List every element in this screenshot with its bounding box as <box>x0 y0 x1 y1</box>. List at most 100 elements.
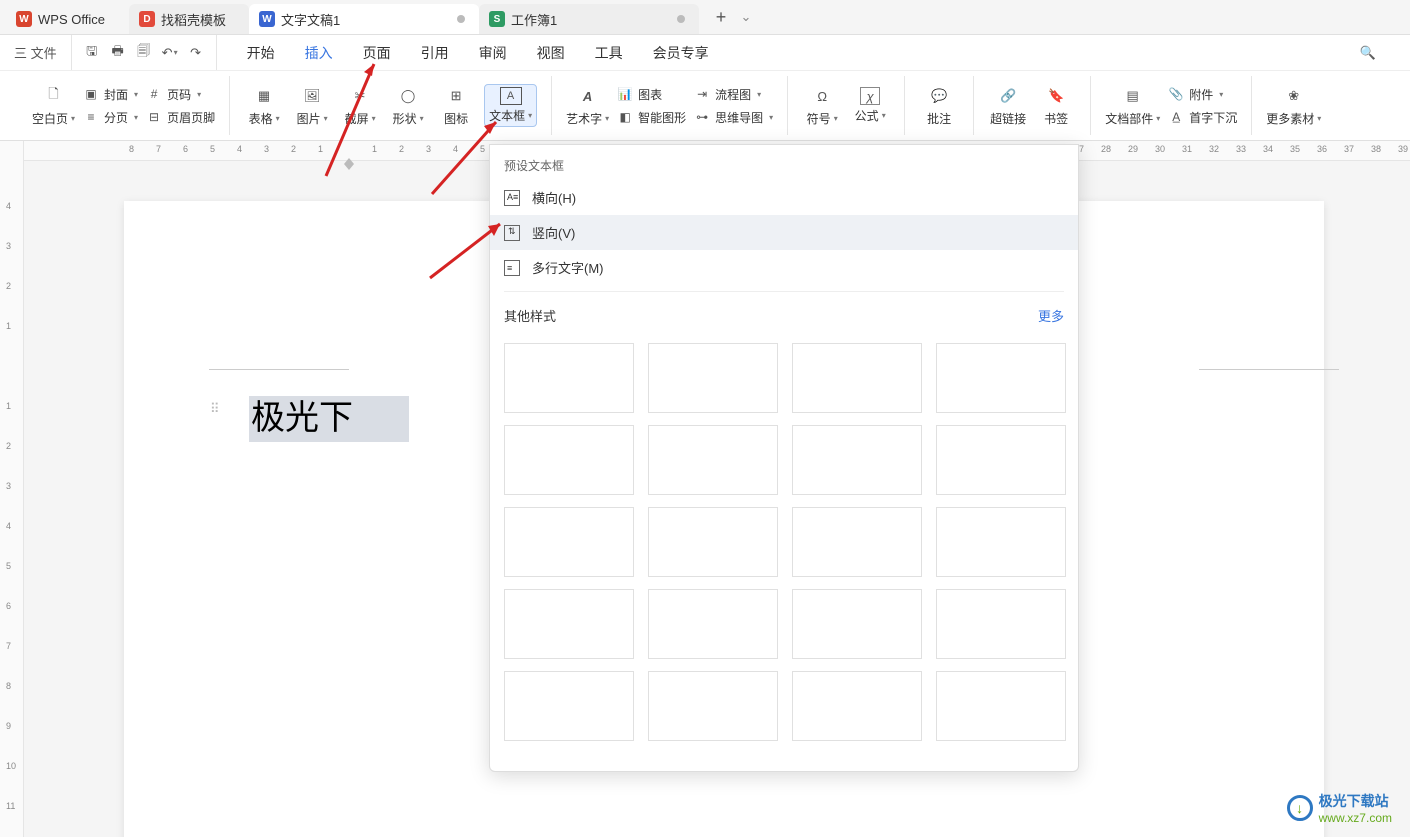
textbox-style-thumb[interactable] <box>504 589 634 659</box>
textbox-horizontal-option[interactable]: A≡ 横向(H) <box>490 180 1078 215</box>
menu-bar: 三 文件 🖫 🖶 🗐 ↶▾ ↷ 开始 插入 页面 引用 审阅 视图 工具 会员专… <box>0 35 1410 71</box>
tab-document-active[interactable]: W 文字文稿1 <box>249 4 479 34</box>
textbox-style-thumb[interactable] <box>792 507 922 577</box>
selected-text[interactable]: 极光下 <box>249 396 409 442</box>
ribbon-insert: 🗋 空白页▾ ▣封面▾ ≡分页▾ #页码▾ ⊟页眉页脚 ▦表格▾ 🖼图片▾ ✂截… <box>0 71 1410 141</box>
textbox-style-thumb[interactable] <box>504 425 634 495</box>
menu-right-tools: 🔍 <box>1356 41 1410 65</box>
blank-page-icon: 🗋 <box>42 84 66 108</box>
annotation-arrow <box>316 56 396 189</box>
blank-page-button[interactable]: 🗋 空白页▾ <box>32 84 75 127</box>
dropcap-button[interactable]: A̲首字下沉 <box>1168 109 1237 126</box>
cover-button[interactable]: ▣封面▾ <box>83 86 138 103</box>
textbox-style-thumb[interactable] <box>792 343 922 413</box>
close-tab-icon[interactable] <box>677 15 685 23</box>
textbox-style-grid <box>490 333 1078 751</box>
menu-tools[interactable]: 工具 <box>595 43 623 63</box>
textbox-style-thumb[interactable] <box>648 343 778 413</box>
table-button[interactable]: ▦表格▾ <box>244 84 284 127</box>
textbox-style-thumb[interactable] <box>648 507 778 577</box>
textbox-style-thumb[interactable] <box>792 589 922 659</box>
menu-review[interactable]: 审阅 <box>479 43 507 63</box>
app-title: WPS Office <box>38 12 105 27</box>
menu-view[interactable]: 视图 <box>537 43 565 63</box>
main-menu: 开始 插入 页面 引用 审阅 视图 工具 会员专享 <box>217 43 709 63</box>
comment-button[interactable]: 💬批注 <box>919 84 959 127</box>
page-number-icon: # <box>146 86 162 102</box>
smartart-button[interactable]: ◧智能图形 <box>617 109 686 126</box>
drag-handle-icon[interactable]: ⠿ <box>210 401 222 417</box>
doc-parts-icon: ▤ <box>1121 84 1145 108</box>
comment-icon: 💬 <box>927 84 951 108</box>
icons-icon: ⊞ <box>444 84 468 108</box>
undo-icon[interactable]: ↶▾ <box>158 41 182 65</box>
link-icon: 🔗 <box>996 84 1020 108</box>
tab-list-dropdown[interactable]: ⌄ <box>737 9 755 25</box>
print-preview-icon[interactable]: 🗐 <box>132 41 156 65</box>
paperclip-icon: 📎 <box>1168 86 1184 102</box>
textbox-style-thumb[interactable] <box>504 343 634 413</box>
menu-member[interactable]: 会员专享 <box>653 43 709 63</box>
annotation-arrow <box>424 218 514 291</box>
watermark: ↓ 极光下载站 www.xz7.com <box>1287 791 1392 825</box>
page-number-button[interactable]: #页码▾ <box>146 86 215 103</box>
more-assets-button[interactable]: ❀更多素材▾ <box>1266 84 1321 127</box>
menu-home[interactable]: 开始 <box>247 43 275 63</box>
symbol-icon: Ω <box>810 84 834 108</box>
watermark-logo-icon: ↓ <box>1287 795 1313 821</box>
file-menu[interactable]: 三 文件 <box>8 41 63 65</box>
formula-button[interactable]: χ公式▾ <box>850 87 890 124</box>
textbox-style-thumb[interactable] <box>936 507 1066 577</box>
textbox-style-thumb[interactable] <box>504 507 634 577</box>
textbox-icon: A <box>500 87 522 105</box>
wordart-button[interactable]: A艺术字▾ <box>566 84 609 127</box>
attachment-button[interactable]: 📎附件▾ <box>1168 86 1237 103</box>
cover-icon: ▣ <box>83 86 99 102</box>
textbox-style-thumb[interactable] <box>936 671 1066 741</box>
save-icon[interactable]: 🖫 <box>80 41 104 65</box>
header-footer-button[interactable]: ⊟页眉页脚 <box>146 109 215 126</box>
tab-spreadsheet[interactable]: S 工作簿1 <box>479 4 699 34</box>
textbox-multiline-option[interactable]: ≡ 多行文字(M) <box>490 250 1078 285</box>
hyperlink-button[interactable]: 🔗超链接 <box>988 84 1028 127</box>
spreadsheet-icon: S <box>489 11 505 27</box>
textbox-style-thumb[interactable] <box>792 671 922 741</box>
new-tab-button[interactable]: + <box>709 7 733 28</box>
mindmap-icon: ⊶ <box>694 109 710 125</box>
textbox-vertical-option[interactable]: ⇅ 竖向(V) <box>490 215 1078 250</box>
redo-icon[interactable]: ↷ <box>184 41 208 65</box>
textbox-style-thumb[interactable] <box>936 343 1066 413</box>
dropcap-icon: A̲ <box>1168 109 1184 125</box>
wps-logo-icon: W <box>16 11 32 27</box>
vertical-ruler[interactable]: 43211234567891011 <box>0 141 24 837</box>
watermark-url: www.xz7.com <box>1319 811 1392 825</box>
more-styles-link[interactable]: 更多 <box>1038 306 1064 325</box>
app-title-tab: W WPS Office <box>6 4 129 34</box>
bookmark-button[interactable]: 🔖书签 <box>1036 84 1076 127</box>
top-margin-guide-right <box>1199 369 1339 370</box>
other-styles-label: 其他样式 <box>504 306 556 325</box>
textbox-style-thumb[interactable] <box>648 671 778 741</box>
wordart-icon: A <box>576 84 600 108</box>
top-margin-guide <box>209 369 349 370</box>
flowchart-icon: ⇥ <box>694 86 710 102</box>
page-break-button[interactable]: ≡分页▾ <box>83 109 138 126</box>
close-tab-icon[interactable] <box>457 15 465 23</box>
textbox-style-thumb[interactable] <box>936 589 1066 659</box>
table-icon: ▦ <box>252 84 276 108</box>
textbox-style-thumb[interactable] <box>648 589 778 659</box>
textbox-style-thumb[interactable] <box>504 671 634 741</box>
textbox-style-thumb[interactable] <box>648 425 778 495</box>
doc-parts-button[interactable]: ▤文档部件▾ <box>1105 84 1160 127</box>
print-icon[interactable]: 🖶 <box>106 41 130 65</box>
menu-references[interactable]: 引用 <box>421 43 449 63</box>
search-icon[interactable]: 🔍 <box>1356 41 1380 65</box>
tab-templates[interactable]: D 找稻壳模板 <box>129 4 249 34</box>
textbox-style-thumb[interactable] <box>936 425 1066 495</box>
chart-button[interactable]: 📊图表 <box>617 86 686 103</box>
textbox-style-thumb[interactable] <box>792 425 922 495</box>
flowchart-button[interactable]: ⇥流程图▾ <box>694 86 773 103</box>
symbol-button[interactable]: Ω符号▾ <box>802 84 842 127</box>
mindmap-button[interactable]: ⊶思维导图▾ <box>694 109 773 126</box>
quick-access: 🖫 🖶 🗐 ↶▾ ↷ <box>72 35 217 70</box>
